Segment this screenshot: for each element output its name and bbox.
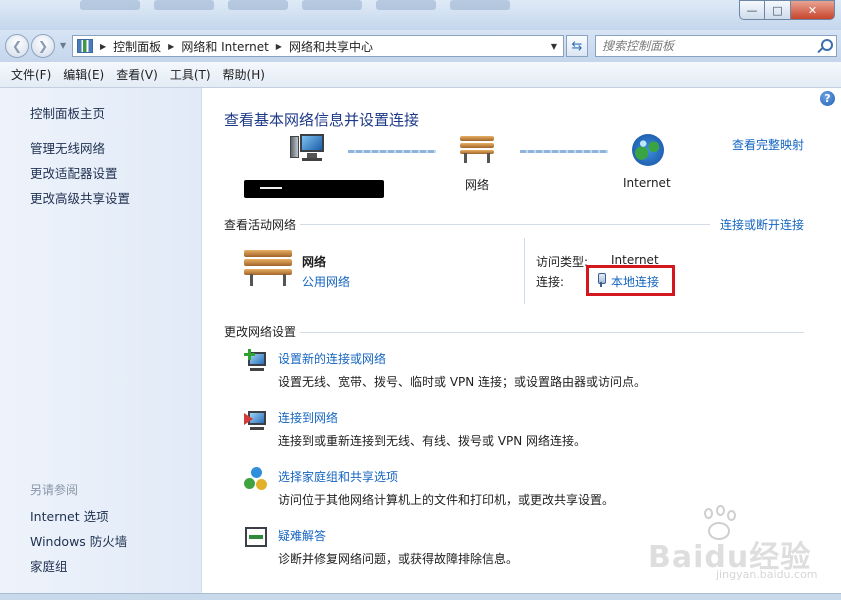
sidebar-item-adapter-settings[interactable]: 更改适配器设置 (30, 163, 118, 182)
breadcrumb-arrow-icon[interactable]: ▶ (276, 42, 282, 51)
breadcrumb-control-panel[interactable]: 控制面板 (113, 38, 161, 55)
sidebar-item-manage-wireless[interactable]: 管理无线网络 (30, 138, 105, 157)
task-homegroup-desc: 访问位于其他网络计算机上的文件和打印机，或更改共享设置。 (278, 493, 615, 507)
back-button[interactable]: ❮ (5, 34, 29, 58)
troubleshoot-icon (244, 526, 268, 550)
section-divider (300, 332, 804, 333)
connect-disconnect-link[interactable]: 连接或断开连接 (720, 216, 804, 233)
task-setup-connection-link[interactable]: 设置新的连接或网络 (278, 350, 386, 367)
page-title: 查看基本网络信息并设置连接 (224, 111, 420, 129)
breadcrumb-arrow-icon[interactable]: ▶ (100, 42, 106, 51)
local-connection-link[interactable]: 本地连接 (611, 273, 659, 290)
forward-button[interactable]: ❯ (31, 34, 55, 58)
task-troubleshoot-desc: 诊断并修复网络问题，或获得故障排除信息。 (278, 552, 519, 566)
sidebar-item-windows-firewall[interactable]: Windows 防火墙 (30, 531, 127, 550)
see-full-map-link[interactable]: 查看完整映射 (732, 136, 804, 153)
active-networks-heading: 查看活动网络 (224, 218, 297, 232)
sidebar-item-homegroup[interactable]: 家庭组 (30, 556, 68, 575)
internet-globe-icon[interactable] (632, 134, 664, 166)
breadcrumb-network-sharing-center[interactable]: 网络和共享中心 (289, 38, 373, 55)
active-network-name: 网络 (302, 255, 327, 269)
vertical-divider (524, 238, 525, 304)
section-divider (300, 224, 710, 225)
main-content: ? 查看基本网络信息并设置连接 查看完整映射 网络 Internet 查看活动网… (202, 88, 841, 593)
task-connect-network-desc: 连接到或重新连接到无线、有线、拨号或 VPN 网络连接。 (278, 434, 587, 448)
breadcrumb-arrow-icon[interactable]: ▶ (168, 42, 174, 51)
search-input[interactable] (596, 36, 806, 56)
map-network-label: 网络 (465, 178, 490, 192)
access-type-label: 访问类型: (536, 255, 589, 269)
refresh-button[interactable]: ⇆ (566, 35, 588, 57)
network-adapter-icon (596, 273, 606, 287)
homegroup-icon (244, 467, 268, 491)
window-bottom-border (0, 593, 841, 600)
menu-tools[interactable]: 工具(T) (164, 64, 217, 85)
menu-view[interactable]: 查看(V) (110, 64, 164, 85)
sidebar-item-advanced-sharing[interactable]: 更改高级共享设置 (30, 188, 130, 207)
search-box (595, 35, 837, 57)
task-homegroup-link[interactable]: 选择家庭组和共享选项 (278, 468, 398, 485)
menu-bar: 文件(F) 编辑(E) 查看(V) 工具(T) 帮助(H) (0, 62, 841, 88)
network-type-link[interactable]: 公用网络 (302, 273, 350, 290)
map-connector-line (520, 150, 608, 153)
map-connector-line (348, 150, 436, 153)
recent-pages-dropdown-icon[interactable]: ▼ (60, 41, 66, 50)
network-bench-icon[interactable] (460, 136, 494, 164)
task-troubleshoot-link[interactable]: 疑难解答 (278, 527, 326, 544)
minimize-button[interactable]: — (739, 0, 765, 20)
help-icon[interactable]: ? (820, 91, 835, 106)
watermark-url: jingyan.baidu.com (716, 568, 818, 581)
menu-edit[interactable]: 编辑(E) (57, 64, 110, 85)
address-dropdown-icon[interactable]: ▼ (551, 42, 557, 51)
change-settings-heading: 更改网络设置 (224, 325, 297, 339)
sidebar-item-control-panel-home[interactable]: 控制面板主页 (30, 103, 105, 122)
computer-icon (290, 134, 326, 164)
sidebar-item-internet-options[interactable]: Internet 选项 (30, 506, 109, 525)
window-controls: — □ ✕ (739, 0, 835, 20)
menu-file[interactable]: 文件(F) (5, 64, 57, 85)
connections-label: 连接: (536, 275, 565, 289)
redacted-computer-name (244, 180, 384, 198)
search-icon[interactable] (817, 39, 833, 53)
baidu-watermark: Baidu经验 jingyan.baidu.com (648, 505, 838, 581)
new-connection-icon (244, 349, 268, 373)
task-connect-network-link[interactable]: 连接到网络 (278, 409, 338, 426)
task-setup-connection-desc: 设置无线、宽带、拨号、临时或 VPN 连接；或设置路由器或访问点。 (278, 375, 647, 389)
connect-to-network-icon (244, 408, 268, 432)
see-also-heading: 另请参阅 (30, 483, 79, 497)
address-bar[interactable]: ▶ 控制面板 ▶ 网络和 Internet ▶ 网络和共享中心 ▼ (72, 35, 564, 57)
network-bench-icon (244, 250, 292, 286)
sidebar: 控制面板主页 管理无线网络 更改适配器设置 更改高级共享设置 另请参阅 Inte… (0, 88, 202, 593)
close-button[interactable]: ✕ (791, 0, 835, 20)
navigation-bar: ❮ ❯ ▼ ▶ 控制面板 ▶ 网络和 Internet ▶ 网络和共享中心 ▼ … (0, 30, 841, 62)
blurred-taskbar-tabs (80, 0, 560, 14)
breadcrumb-network-internet[interactable]: 网络和 Internet (181, 38, 268, 55)
control-panel-icon (77, 39, 93, 53)
map-internet-label: Internet (623, 176, 671, 190)
maximize-button[interactable]: □ (765, 0, 791, 20)
title-bar: — □ ✕ (0, 0, 841, 30)
menu-help[interactable]: 帮助(H) (217, 64, 271, 85)
